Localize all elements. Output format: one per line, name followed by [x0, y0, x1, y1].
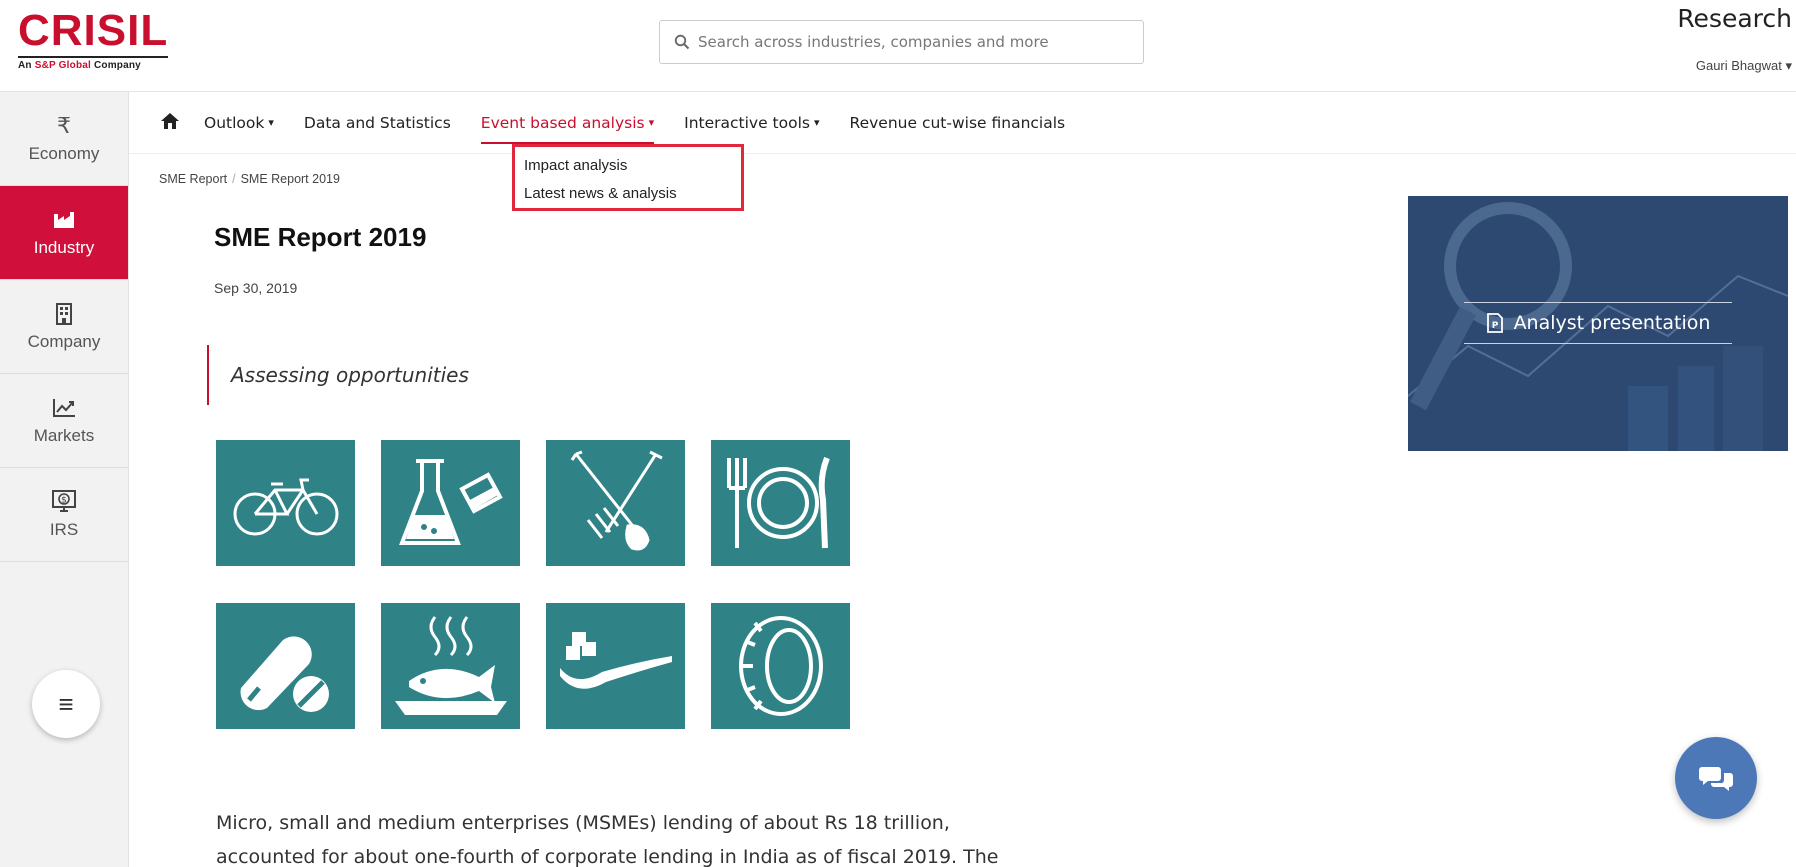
tyre-icon	[711, 603, 850, 729]
top-nav: Outlook ▾ Data and Statistics Event based…	[129, 92, 1796, 154]
caret-down-icon: ▾	[648, 116, 655, 129]
chat-button[interactable]	[1675, 737, 1757, 819]
search-icon	[674, 34, 690, 50]
logo-text: CRISIL	[18, 6, 169, 55]
caret-down-icon: ▾	[813, 116, 820, 129]
building-icon	[56, 302, 72, 326]
pharma-pills-icon	[216, 603, 355, 729]
nav-data-statistics[interactable]: Data and Statistics	[304, 92, 451, 154]
logo-divider	[18, 56, 168, 58]
home-icon[interactable]	[160, 112, 180, 134]
breadcrumb-separator: /	[232, 172, 236, 186]
rupee-icon: ₹	[57, 112, 71, 138]
analyst-presentation-card[interactable]: P Analyst presentation	[1408, 196, 1788, 451]
crisil-logo[interactable]: CRISIL An S&P Global Company	[18, 8, 168, 71]
breadcrumb-current: SME Report 2019	[240, 172, 340, 186]
sidebar-item-label: Markets	[33, 425, 95, 445]
sidebar-item-industry[interactable]: Industry	[0, 186, 128, 280]
caret-down-icon: ▾	[268, 116, 274, 129]
bicycle-icon	[216, 440, 355, 566]
factory-icon	[53, 208, 75, 232]
hamburger-icon: ≡	[58, 688, 74, 719]
monitor-dollar-icon: $	[51, 489, 77, 514]
top-header: CRISIL An S&P Global Company Research Ga…	[0, 0, 1796, 92]
sidebar-item-company[interactable]: Company	[0, 280, 128, 374]
logo-subtitle: An S&P Global Company	[18, 60, 141, 71]
sugar-spoon-icon	[546, 603, 685, 729]
article-body: Micro, small and medium enterprises (MSM…	[216, 812, 999, 867]
dropdown-item-impact-analysis[interactable]: Impact analysis	[524, 152, 741, 180]
menu-button[interactable]: ≡	[32, 670, 100, 738]
sidebar-item-label: IRS	[49, 519, 79, 539]
dropdown-item-latest-news[interactable]: Latest news & analysis	[524, 180, 741, 208]
nav-revenue-cut-wise[interactable]: Revenue cut-wise financials	[850, 92, 1066, 154]
sidebar-item-label: Company	[27, 331, 101, 351]
section-title: Research	[1677, 4, 1792, 33]
sidebar: ₹ Economy Industry Company Markets $ IRS…	[0, 92, 129, 867]
search-box[interactable]	[659, 20, 1144, 64]
sidebar-item-markets[interactable]: Markets	[0, 374, 128, 468]
sector-tiles	[216, 440, 856, 730]
sidebar-item-label: Economy	[28, 143, 100, 163]
analyst-presentation-label[interactable]: P Analyst presentation	[1464, 302, 1732, 344]
chart-line-icon	[52, 396, 76, 420]
search-input[interactable]	[698, 33, 1118, 51]
breadcrumb: SME Report / SME Report 2019	[159, 172, 340, 186]
article-tagline: Assessing opportunities	[207, 345, 469, 405]
page-title: SME Report 2019	[214, 222, 427, 252]
sidebar-item-irs[interactable]: $ IRS	[0, 468, 128, 562]
sidebar-item-economy[interactable]: ₹ Economy	[0, 92, 128, 186]
agriculture-tools-icon	[546, 440, 685, 566]
nav-outlook[interactable]: Outlook ▾	[204, 92, 274, 154]
event-analysis-dropdown: Impact analysis Latest news & analysis	[512, 144, 744, 211]
fish-dish-icon	[381, 603, 520, 729]
food-plate-icon	[711, 440, 850, 566]
user-menu[interactable]: Gauri Bhagwat ▾	[1696, 58, 1792, 74]
pdf-icon: P	[1486, 313, 1503, 333]
breadcrumb-link[interactable]: SME Report	[159, 172, 227, 186]
svg-text:P: P	[1491, 321, 1498, 331]
chat-icon	[1699, 767, 1733, 791]
svg-text:$: $	[61, 495, 67, 505]
publish-date: Sep 30, 2019	[214, 280, 298, 296]
chemistry-flask-icon	[381, 440, 520, 566]
sidebar-item-label: Industry	[33, 237, 95, 257]
